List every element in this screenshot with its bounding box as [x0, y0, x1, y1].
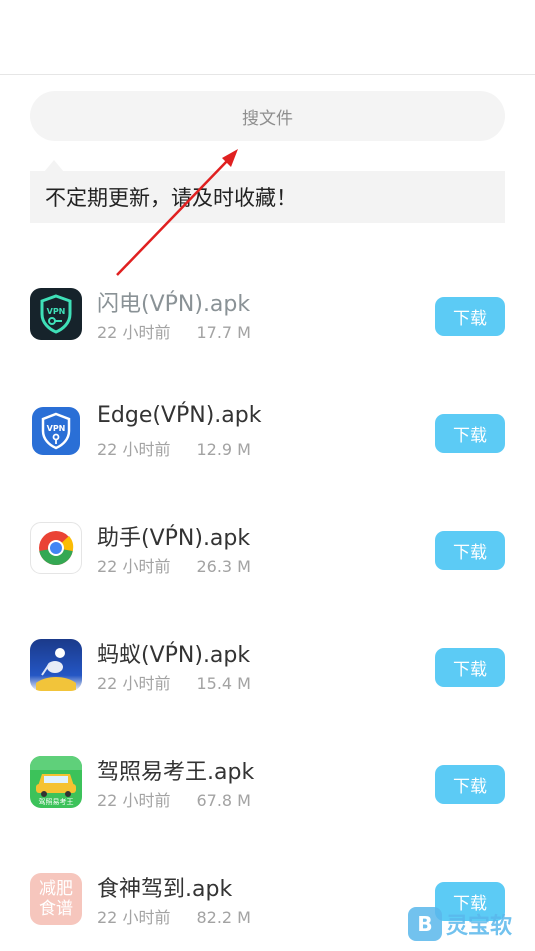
file-time: 22 小时前 [97, 440, 171, 459]
vpn-blue-shield-icon: VPN [32, 407, 80, 455]
watermark-text: 灵宝软 [446, 914, 513, 939]
file-size: 15.4 M [196, 674, 251, 693]
file-size: 17.7 M [196, 323, 251, 342]
watermark: B 灵宝软 [408, 904, 535, 944]
file-time: 22 小时前 [97, 908, 171, 927]
file-item[interactable]: VPN Edge(VṔN).apk 22 小时前 12.9 M 下载 [0, 375, 535, 492]
file-name: 蚂蚁(VṔN).apk [97, 643, 251, 668]
icon-caption: 减肥食谱 [39, 879, 73, 919]
file-item[interactable]: 蚂蚁(VṔN).apk 22 小时前 15.4 M 下载 [0, 609, 535, 726]
notice-banner: 不定期更新，请及时收藏！ [30, 171, 505, 223]
file-name: 助手(VṔN).apk [97, 526, 251, 551]
file-time: 22 小时前 [97, 791, 171, 810]
download-button[interactable]: 下载 [435, 648, 505, 687]
watermark-logo: B [408, 907, 442, 941]
download-button[interactable]: 下载 [435, 765, 505, 804]
notice-text: 不定期更新，请及时收藏！ [45, 186, 297, 210]
file-time: 22 小时前 [97, 674, 171, 693]
file-meta: 22 小时前 82.2 M [97, 904, 251, 928]
icon-caption: 驾照易考王 [38, 798, 74, 806]
file-time: 22 小时前 [97, 323, 171, 342]
svg-text:VPN: VPN [47, 307, 66, 316]
file-name: 驾照易考王.apk [97, 760, 255, 785]
file-meta: 22 小时前 17.7 M [97, 319, 251, 343]
file-item[interactable]: 助手(VṔN).apk 22 小时前 26.3 M 下载 [0, 492, 535, 609]
search-placeholder: 搜文件 [242, 108, 293, 129]
svg-text:VPN: VPN [47, 424, 66, 433]
file-time: 22 小时前 [97, 557, 171, 576]
file-size: 12.9 M [196, 440, 251, 459]
search-input[interactable]: 搜文件 [30, 91, 505, 141]
file-name: 食神驾到.apk [97, 877, 233, 902]
file-size: 82.2 M [196, 908, 251, 927]
file-meta: 22 小时前 12.9 M [97, 436, 251, 460]
ant-icon [30, 639, 82, 691]
file-item[interactable]: 驾照易考王 驾照易考王.apk 22 小时前 67.8 M 下载 [0, 726, 535, 843]
file-meta: 22 小时前 15.4 M [97, 670, 251, 694]
file-size: 26.3 M [196, 557, 251, 576]
download-button[interactable]: 下载 [435, 297, 505, 336]
top-bar [0, 0, 535, 75]
car-icon: 驾照易考王 [30, 756, 82, 808]
download-button[interactable]: 下载 [435, 414, 505, 453]
diet-recipe-icon: 减肥食谱 [30, 873, 82, 925]
file-meta: 22 小时前 67.8 M [97, 787, 251, 811]
chrome-icon [30, 522, 82, 574]
vpn-shield-icon: VPN [30, 288, 82, 340]
file-meta: 22 小时前 26.3 M [97, 553, 251, 577]
file-item[interactable]: VPN 闪电(VṔN).apk 22 小时前 17.7 M 下载 [0, 258, 535, 375]
file-name: 闪电(VṔN).apk [97, 292, 251, 317]
file-size: 67.8 M [196, 791, 251, 810]
file-name: Edge(VṔN).apk [97, 403, 262, 428]
download-button[interactable]: 下载 [435, 531, 505, 570]
